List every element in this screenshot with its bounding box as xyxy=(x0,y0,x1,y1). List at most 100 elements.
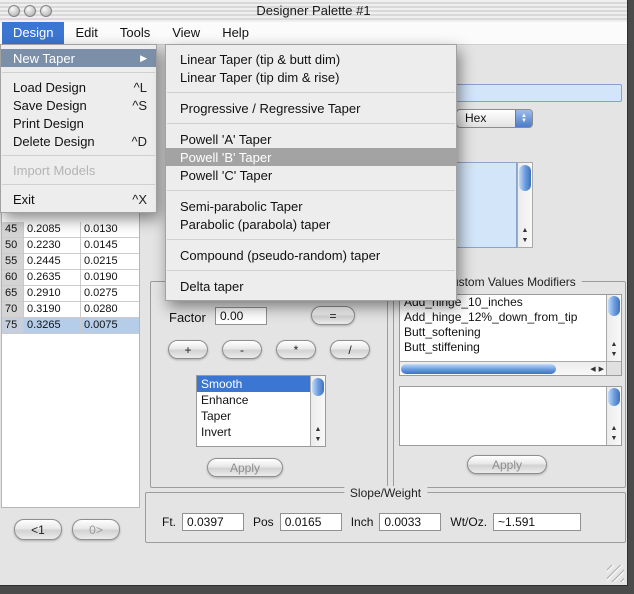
scroll-up-icon[interactable]: ▲ xyxy=(522,226,529,236)
wt-oz-value: ~1.591 xyxy=(493,513,581,531)
modifiers-list-items: Add_hinge_10_inchesAdd_hinge_12%_down_fr… xyxy=(400,295,606,361)
station-cell: 50 xyxy=(2,238,24,253)
menu-item-parabolic-parabola-taper[interactable]: Parabolic (parabola) taper xyxy=(166,215,456,233)
zoom-button[interactable] xyxy=(40,5,52,17)
scroll-up-icon[interactable]: ▲ xyxy=(315,425,322,435)
table-row[interactable]: 600.26350.0190 xyxy=(2,270,139,286)
table-row[interactable]: 450.20850.0130 xyxy=(2,222,139,238)
calculator-apply-button[interactable]: Apply xyxy=(207,458,283,477)
modifier-item-butt-softening[interactable]: Butt_softening xyxy=(400,325,606,340)
modifiers-list[interactable]: Add_hinge_10_inchesAdd_hinge_12%_down_fr… xyxy=(399,294,622,376)
menu-item-linear-taper-tip-dim-rise[interactable]: Linear Taper (tip dim & rise) xyxy=(166,68,456,86)
scrollbar-thumb[interactable] xyxy=(519,165,531,191)
menu-item-new-taper[interactable]: New Taper▶ xyxy=(1,49,156,67)
modifiers-list-hscrollbar[interactable]: ◀▶ xyxy=(400,361,606,375)
scroll-down-icon[interactable]: ▼ xyxy=(611,434,618,444)
function-item-smooth[interactable]: Smooth xyxy=(197,376,310,392)
menu-item-linear-taper-tip-butt-dim[interactable]: Linear Taper (tip & butt dim) xyxy=(166,50,456,68)
function-item-invert[interactable]: Invert xyxy=(197,424,310,440)
scroll-left-icon[interactable]: ◀ xyxy=(590,365,595,373)
submenu-arrow-icon: ▶ xyxy=(140,53,147,64)
operator-buttons: +-* / xyxy=(159,340,379,359)
function-item-taper[interactable]: Taper xyxy=(197,408,310,424)
scroll-down-icon[interactable]: ▼ xyxy=(315,435,322,445)
page-next-button[interactable]: 0> xyxy=(72,519,120,540)
table-row[interactable]: 500.22300.0145 xyxy=(2,238,139,254)
menu-item-compound-pseudo-random-taper[interactable]: Compound (pseudo-random) taper xyxy=(166,246,456,264)
scroll-up-icon[interactable]: ▲ xyxy=(611,424,618,434)
equals-button[interactable]: = xyxy=(311,306,355,325)
resize-grip[interactable] xyxy=(607,565,624,582)
desktop: Designer Palette #1 DesignEditToolsViewH… xyxy=(0,0,634,594)
custom-values-title: Custom Values Modifiers xyxy=(437,275,582,289)
cross-section-combo-value: Hex xyxy=(457,110,515,127)
function-list-scrollbar[interactable]: ▲▼ xyxy=(310,376,325,446)
minimize-button[interactable] xyxy=(24,5,36,17)
menu-separator xyxy=(166,86,456,99)
scrollbar-arrows: ▲▼ xyxy=(607,424,621,444)
delta-cell: 0.0075 xyxy=(81,318,139,333)
modifier-item-add-hinge-12-down-from-tip[interactable]: Add_hinge_12%_down_from_tip xyxy=(400,310,606,325)
station-cell: 45 xyxy=(2,222,24,237)
menu-item-exit[interactable]: Exit^X xyxy=(1,190,156,208)
menu-view[interactable]: View xyxy=(161,22,211,44)
menu-item-progressive-regressive-taper[interactable]: Progressive / Regressive Taper xyxy=(166,99,456,117)
menu-item-powell-c-taper[interactable]: Powell 'C' Taper xyxy=(166,166,456,184)
operator-plus-button[interactable]: + xyxy=(168,340,208,359)
modifier-item-butt-stiffening[interactable]: Butt_stiffening xyxy=(400,340,606,355)
menu-item-import-models[interactable]: Import Models xyxy=(1,161,156,179)
modifiers-list-vscrollbar[interactable]: ▲▼ xyxy=(606,295,621,361)
menu-item-delete-design[interactable]: Delete Design^D xyxy=(1,132,156,150)
scroll-down-icon[interactable]: ▼ xyxy=(611,350,618,360)
menu-separator xyxy=(1,67,156,78)
table-row[interactable]: 700.31900.0280 xyxy=(2,302,139,318)
menu-tools[interactable]: Tools xyxy=(109,22,161,44)
function-item-enhance[interactable]: Enhance xyxy=(197,392,310,408)
operator-multiply-button[interactable]: * xyxy=(276,340,316,359)
menu-design[interactable]: Design xyxy=(2,22,64,44)
menu-item-powell-a-taper[interactable]: Powell 'A' Taper xyxy=(166,130,456,148)
table-row[interactable]: 750.32650.0075 xyxy=(2,318,139,334)
modifiers-secondary-list[interactable]: ▲▼ xyxy=(399,386,622,446)
title-bar[interactable]: Designer Palette #1 xyxy=(0,0,627,23)
wt-oz-label: Wt/Oz. xyxy=(450,515,487,529)
menu-item-save-design[interactable]: Save Design^S xyxy=(1,96,156,114)
close-button[interactable] xyxy=(8,5,20,17)
table-row[interactable]: 650.29100.0275 xyxy=(2,286,139,302)
menu-separator xyxy=(166,233,456,246)
scrollbar-thumb[interactable] xyxy=(401,364,556,374)
scrollbar-thumb[interactable] xyxy=(312,378,324,396)
modifiers-apply-button[interactable]: Apply xyxy=(467,455,547,474)
menu-item-powell-b-taper[interactable]: Powell 'B' Taper xyxy=(166,148,456,166)
delta-cell: 0.0280 xyxy=(81,302,139,317)
station-cell: 60 xyxy=(2,270,24,285)
secondary-list-scrollbar[interactable]: ▲▼ xyxy=(606,387,621,445)
menu-separator xyxy=(166,117,456,130)
cross-section-combo[interactable]: Hex ▲▼ xyxy=(456,109,533,128)
notes-scrollbar[interactable]: ▲▼ xyxy=(517,162,533,248)
station-cell: 65 xyxy=(2,286,24,301)
scrollbar-thumb[interactable] xyxy=(608,388,620,406)
menu-item-load-design[interactable]: Load Design^L xyxy=(1,78,156,96)
operator-minus-button[interactable]: - xyxy=(222,340,262,359)
page-prev-button[interactable]: <1 xyxy=(14,519,62,540)
slope-weight-title: Slope/Weight xyxy=(344,486,427,500)
scroll-up-icon[interactable]: ▲ xyxy=(611,340,618,350)
menu-separator xyxy=(1,150,156,161)
scrollbar-thumb[interactable] xyxy=(608,296,620,316)
menu-help[interactable]: Help xyxy=(211,22,260,44)
scroll-right-icon[interactable]: ▶ xyxy=(599,365,604,373)
factor-input[interactable] xyxy=(215,307,267,325)
scroll-down-icon[interactable]: ▼ xyxy=(522,236,529,246)
menu-item-print-design[interactable]: Print Design xyxy=(1,114,156,132)
scrollbar-arrows: ▲▼ xyxy=(607,340,621,360)
combo-arrows-icon: ▲▼ xyxy=(515,110,532,127)
menu-item-semi-parabolic-taper[interactable]: Semi-parabolic Taper xyxy=(166,197,456,215)
operator-divide-button[interactable]: / xyxy=(330,340,370,359)
function-list[interactable]: SmoothEnhanceTaperInvert ▲▼ xyxy=(196,375,326,447)
menu-item-delta-taper[interactable]: Delta taper xyxy=(166,277,456,295)
menu-edit[interactable]: Edit xyxy=(64,22,108,44)
dim-cell: 0.2230 xyxy=(24,238,81,253)
table-row[interactable]: 550.24450.0215 xyxy=(2,254,139,270)
station-table-rows: 450.20850.0130500.22300.0145550.24450.02… xyxy=(2,222,139,334)
